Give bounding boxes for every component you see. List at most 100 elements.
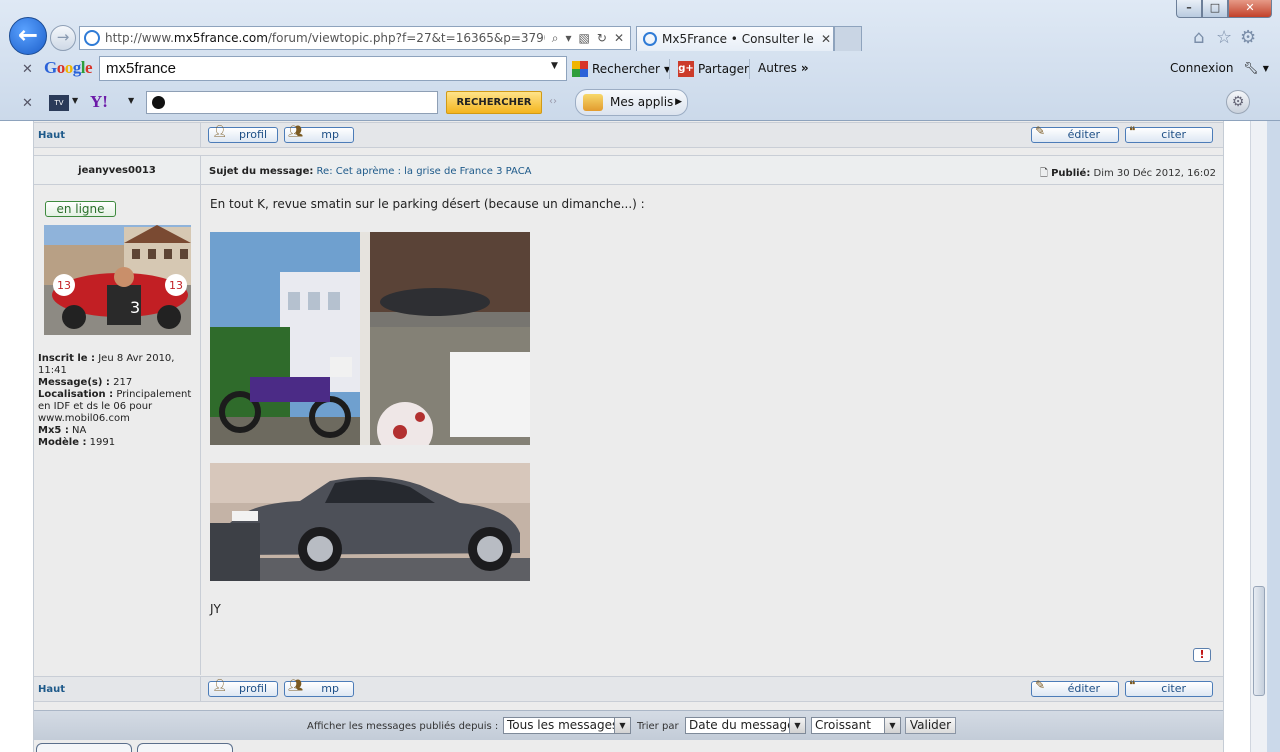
post-icon[interactable]: 🗋︎	[1040, 168, 1048, 179]
svg-text:13: 13	[57, 279, 71, 292]
trier-label: Trier par	[637, 721, 679, 732]
yahoo-dropdown-icon[interactable]: ▼	[128, 96, 134, 105]
quote-icon: ❝	[1129, 678, 1136, 692]
valider-button[interactable]: Valider	[905, 717, 956, 734]
separator	[749, 59, 750, 79]
citer-button[interactable]: ❝ citer	[1125, 678, 1213, 697]
column-separator	[200, 185, 201, 675]
tab-title: Mx5France • Consulter le su...	[662, 32, 817, 46]
post-body-text: En tout K, revue smatin sur le parking d…	[210, 197, 645, 211]
search-dropdown-icon[interactable]: ▼	[551, 61, 558, 71]
dropdown-arrow-icon: ▼	[789, 718, 805, 733]
google-rechercher-button[interactable]: Rechercher ▼	[572, 61, 670, 77]
compat-view-icon[interactable]: ▧	[579, 31, 590, 46]
browser-chrome: – □ ✕ ← → http://www.mx5france.com/forum…	[0, 0, 1280, 121]
mp-button[interactable]: 👥︎ mp	[284, 678, 354, 697]
dropdown-arrow-icon: ▼	[614, 718, 630, 733]
avatar: 13 13 3	[44, 225, 191, 335]
toolbar-close-icon[interactable]: ✕	[22, 96, 33, 111]
tv-dropdown-icon[interactable]: ▼	[72, 96, 78, 105]
minimize-button[interactable]: –	[1176, 0, 1202, 18]
new-tab-button[interactable]	[834, 26, 862, 51]
post-photo-parking[interactable]	[210, 232, 530, 445]
haut-link[interactable]: Haut	[38, 684, 65, 695]
stop-icon[interactable]: ✕	[614, 31, 624, 46]
post-footer-previous: Haut 👤︎ profil 👥︎ mp ✎ éditer ❝ citer	[34, 122, 1223, 148]
forum-topic: Haut 👤︎ profil 👥︎ mp ✎ éditer ❝ citer jeanyv…	[33, 121, 1224, 752]
yahoo-rechercher-button[interactable]: RECHERCHER	[446, 91, 542, 114]
yahoo-search-input[interactable]	[146, 91, 438, 114]
close-window-button[interactable]: ✕	[1228, 0, 1272, 18]
afficher-select[interactable]: Tous les messages ▼	[503, 717, 631, 734]
post-photo-mx5[interactable]	[210, 463, 530, 581]
settings-gear-icon[interactable]: ⚙	[1226, 90, 1250, 114]
post-signature: JY	[210, 602, 221, 616]
bottom-button-left[interactable]	[36, 743, 132, 752]
autres-button[interactable]: Autres»	[758, 61, 809, 75]
quote-icon: ❝	[1129, 124, 1136, 138]
search-icon[interactable]: ⌕	[552, 31, 559, 46]
google-plus-icon: g+	[678, 61, 694, 77]
ordre-select[interactable]: Croissant ▼	[811, 717, 901, 734]
scrollbar-thumb[interactable]	[1253, 586, 1265, 696]
mes-applis-button[interactable]: Mes applis ▶	[575, 89, 688, 116]
dropdown-icon[interactable]: ▾	[566, 31, 572, 46]
resize-handle-icon[interactable]: ‹›	[549, 96, 557, 107]
wrench-icon[interactable]: 🔧︎	[1244, 61, 1259, 75]
favorites-star-icon[interactable]: ☆	[1216, 27, 1232, 48]
gear-icon[interactable]: ⚙	[1240, 27, 1256, 48]
edit-icon: ✎	[1035, 678, 1046, 692]
address-bar[interactable]: http://www.mx5france.com/forum/viewtopic…	[79, 26, 631, 50]
trier-select[interactable]: Date du message ▼	[685, 717, 806, 734]
users-icon: 👥︎	[288, 678, 304, 692]
home-icon[interactable]: ⌂	[1193, 27, 1204, 48]
forward-arrow-icon[interactable]: →	[50, 25, 76, 51]
editer-button[interactable]: ✎ éditer	[1031, 678, 1119, 697]
toolbar-close-icon[interactable]: ✕	[22, 62, 33, 77]
post-subject: Sujet du message: Re: Cet aprème : la gr…	[209, 166, 532, 177]
back-arrow-icon[interactable]: ←	[9, 17, 47, 55]
subject-link[interactable]: Re: Cet aprème : la grise de France 3 PA…	[317, 166, 532, 177]
google-logo: Google	[44, 58, 93, 77]
tab-close-icon[interactable]: ✕	[821, 32, 831, 46]
post-date: 🗋︎ Publié: Dim 30 Déc 2012, 16:02	[1039, 168, 1216, 179]
users-icon: 👥︎	[288, 124, 304, 138]
ie-page-icon	[84, 30, 100, 46]
separator	[669, 59, 670, 79]
google-search-input[interactable]: mx5france	[99, 56, 567, 81]
refresh-icon[interactable]: ↻	[597, 31, 607, 46]
tab-mx5france[interactable]: Mx5France • Consulter le su... ✕	[636, 26, 834, 51]
ie-tab-icon	[643, 32, 657, 46]
report-post-button[interactable]: !	[1193, 648, 1211, 662]
online-status-badge: en ligne	[45, 201, 116, 217]
profil-button[interactable]: 👤︎ profil	[208, 678, 278, 697]
haut-link[interactable]: Haut	[38, 130, 65, 141]
user-icon: 👤︎	[212, 678, 228, 692]
google-search-icon	[572, 61, 588, 77]
google-toolbar: ✕ Google mx5france ▼ Rechercher ▼ g+ Part…	[0, 53, 1280, 85]
profile-info: Inscrit le : Jeu 8 Avr 2010, 11:41 Messa…	[38, 353, 192, 448]
magnifier-icon	[152, 96, 165, 109]
citer-button[interactable]: ❝ citer	[1125, 124, 1213, 143]
yahoo-logo[interactable]: Y!	[90, 92, 108, 112]
svg-text:3: 3	[130, 298, 140, 317]
message-filter-bar: Afficher les messages publiés depuis : T…	[34, 710, 1223, 740]
mp-button[interactable]: 👥︎ mp	[284, 124, 354, 143]
bottom-button-right[interactable]	[137, 743, 233, 752]
maximize-button[interactable]: □	[1202, 0, 1228, 18]
address-url[interactable]: http://www.mx5france.com/forum/viewtopic…	[105, 31, 545, 45]
post-author[interactable]: jeanyves0013	[34, 165, 200, 176]
dropdown-arrow-icon: ▼	[884, 718, 900, 733]
edit-icon: ✎	[1035, 124, 1046, 138]
connexion-button[interactable]: Connexion 🔧︎ ▼	[1170, 61, 1269, 75]
apps-icon	[583, 94, 603, 111]
partager-button[interactable]: g+ Partager	[678, 61, 749, 77]
tv-icon[interactable]: TV	[49, 95, 69, 111]
editer-button[interactable]: ✎ éditer	[1031, 124, 1119, 143]
yahoo-toolbar: ✕ TV ▼ Y! ▼ RECHERCHER ‹› Mes applis ▶ ⚙	[0, 86, 1280, 120]
post-footer: Haut 👤︎ profil 👥︎ mp ✎ éditer ❝ citer	[34, 676, 1223, 702]
afficher-label: Afficher les messages publiés depuis :	[307, 721, 499, 732]
profil-button[interactable]: 👤︎ profil	[208, 124, 278, 143]
page-viewport: Haut 👤︎ profil 👥︎ mp ✎ éditer ❝ citer jeanyv…	[0, 121, 1267, 752]
vertical-scrollbar[interactable]	[1250, 121, 1267, 752]
